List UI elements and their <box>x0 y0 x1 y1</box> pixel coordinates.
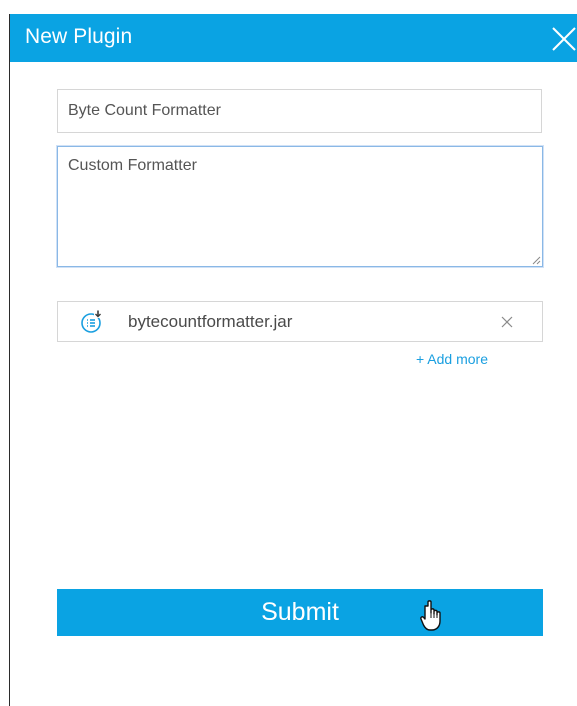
dialog-title: New Plugin <box>25 25 133 48</box>
dialog-header: New Plugin <box>10 14 577 62</box>
plugin-name-input[interactable] <box>57 89 542 133</box>
close-button[interactable] <box>549 24 577 54</box>
close-icon <box>552 27 576 51</box>
resize-grip-icon[interactable] <box>531 255 541 265</box>
close-icon <box>501 316 513 328</box>
add-more-link[interactable]: + Add more <box>416 350 488 368</box>
submit-button[interactable]: Submit <box>57 589 543 636</box>
remove-file-button[interactable] <box>500 315 514 329</box>
file-list-download-icon <box>81 310 102 333</box>
plugin-description-textarea[interactable]: Custom Formatter <box>57 146 543 267</box>
uploaded-file-item: bytecountformatter.jar <box>57 301 543 342</box>
new-plugin-dialog: New Plugin Custom Formatter bytecountfor… <box>9 14 577 706</box>
file-name: bytecountformatter.jar <box>128 312 293 331</box>
